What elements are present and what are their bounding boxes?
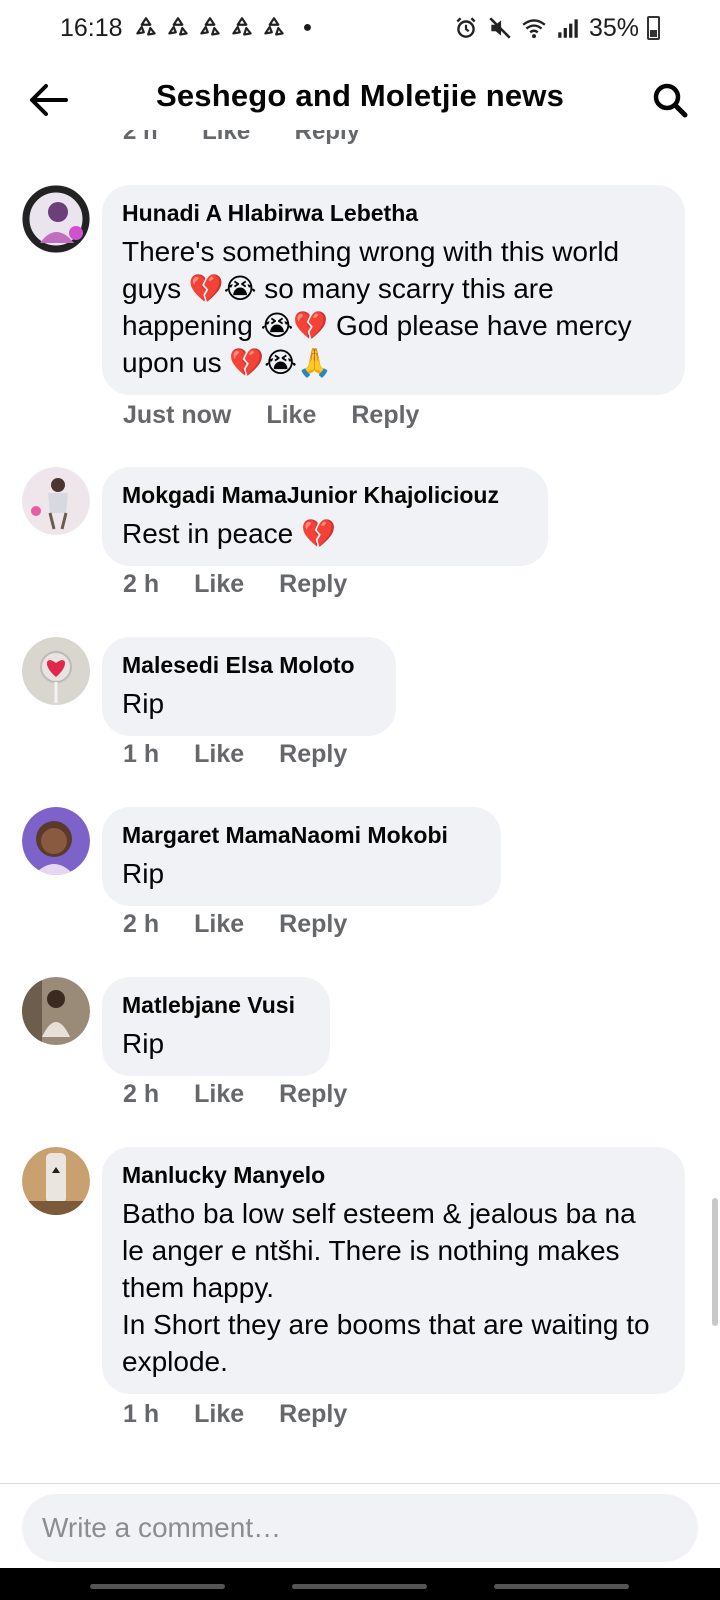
avatar[interactable] xyxy=(22,1147,90,1215)
previous-comment-time: 2 h xyxy=(123,130,158,145)
like-button[interactable]: Like xyxy=(194,570,244,599)
comment-time[interactable]: 2 h xyxy=(123,570,159,599)
comment-text: Rest in peace 💔 xyxy=(122,518,336,549)
comment-bubble[interactable]: Malesedi Elsa Moloto Rip xyxy=(102,637,396,736)
like-button[interactable]: Like xyxy=(194,910,244,939)
notification-icons xyxy=(133,15,287,41)
reply-button[interactable]: Reply xyxy=(279,1400,347,1429)
page-title: Seshego and Moletjie news xyxy=(155,78,565,113)
reply-button[interactable]: Reply xyxy=(279,910,347,939)
like-button[interactable]: Like xyxy=(194,1400,244,1429)
comment-author[interactable]: Margaret MamaNaomi Mokobi xyxy=(122,821,481,849)
comment-actions: 1 h Like Reply xyxy=(123,740,382,769)
previous-reply-button[interactable]: Reply xyxy=(295,130,360,146)
more-notifications-dot-icon: ● xyxy=(302,19,313,36)
recycle-icon xyxy=(231,17,252,36)
reply-button[interactable]: Reply xyxy=(279,740,347,769)
like-button[interactable]: Like xyxy=(194,1080,244,1109)
profile-photo-icon xyxy=(22,467,90,535)
signal-icon xyxy=(558,19,578,38)
mute-icon xyxy=(489,17,511,39)
battery-percent: 35% xyxy=(588,13,639,42)
comment-text: Batho ba low self esteem & jealous ba na… xyxy=(122,1198,650,1377)
recycle-icon xyxy=(199,17,220,36)
comment-actions: Just now Like Reply xyxy=(123,401,454,430)
status-right: 35% xyxy=(453,14,660,43)
comment-bubble[interactable]: Mokgadi MamaJunior Khajoliciouz Rest in … xyxy=(102,467,548,566)
profile-photo-icon xyxy=(22,807,90,875)
reply-button[interactable]: Reply xyxy=(279,1080,347,1109)
previous-comment-actions: 2 h Like Reply xyxy=(123,130,423,148)
comment-bubble[interactable]: Matlebjane Vusi Rip xyxy=(102,977,330,1076)
alarm-icon xyxy=(456,17,476,38)
status-bar: 16:18 ● 35% xyxy=(0,0,720,56)
wifi-icon xyxy=(522,19,546,39)
comment-time[interactable]: 1 h xyxy=(123,1400,159,1429)
comment-actions: 2 h Like Reply xyxy=(123,1080,382,1109)
home-nav-button[interactable] xyxy=(292,1584,427,1589)
avatar[interactable] xyxy=(22,185,90,253)
comment-actions: 2 h Like Reply xyxy=(123,910,382,939)
back-nav-button[interactable] xyxy=(494,1584,629,1589)
comment-bubble[interactable]: Margaret MamaNaomi Mokobi Rip xyxy=(102,807,501,906)
like-button[interactable]: Like xyxy=(194,740,244,769)
status-time: 16:18 xyxy=(60,13,123,42)
avatar[interactable] xyxy=(22,637,90,705)
system-nav-bar xyxy=(0,1568,720,1600)
comment-text: There's something wrong with this world … xyxy=(122,236,640,378)
comment-time[interactable]: Just now xyxy=(123,401,231,430)
comment-text: Rip xyxy=(122,1028,165,1059)
profile-photo-icon xyxy=(22,977,90,1045)
previous-like-button[interactable]: Like xyxy=(202,130,250,146)
comment-text: Rip xyxy=(122,858,165,889)
recents-nav-button[interactable] xyxy=(90,1584,225,1589)
comment-time[interactable]: 2 h xyxy=(123,1080,159,1109)
comment-author[interactable]: Manlucky Manyelo xyxy=(122,1161,665,1189)
comment-input[interactable] xyxy=(42,1512,678,1544)
comment-author[interactable]: Malesedi Elsa Moloto xyxy=(122,651,376,679)
comment-actions: 2 h Like Reply xyxy=(123,570,382,599)
comment-author[interactable]: Matlebjane Vusi xyxy=(122,991,310,1019)
comment-author[interactable]: Hunadi A Hlabirwa Lebetha xyxy=(122,199,665,227)
comment-text: Rip xyxy=(122,688,165,719)
profile-photo-icon xyxy=(22,185,90,253)
comment-time[interactable]: 2 h xyxy=(123,910,159,939)
status-left: 16:18 ● xyxy=(60,14,312,43)
search-icon xyxy=(653,83,688,118)
composer-divider xyxy=(0,1483,720,1484)
like-button[interactable]: Like xyxy=(266,401,316,430)
recycle-icon xyxy=(263,17,284,36)
scrollbar[interactable] xyxy=(712,1198,718,1326)
comment-actions: 1 h Like Reply xyxy=(123,1400,382,1429)
reply-button[interactable]: Reply xyxy=(279,570,347,599)
avatar[interactable] xyxy=(22,467,90,535)
comment-author[interactable]: Mokgadi MamaJunior Khajoliciouz xyxy=(122,481,528,509)
comment-bubble[interactable]: Hunadi A Hlabirwa Lebetha There's someth… xyxy=(102,185,685,395)
comment-time[interactable]: 1 h xyxy=(123,740,159,769)
comment-composer[interactable] xyxy=(22,1494,698,1562)
search-button[interactable] xyxy=(648,78,692,122)
recycle-icon xyxy=(135,17,156,36)
profile-photo-icon xyxy=(22,1147,90,1215)
battery-icon xyxy=(647,16,660,40)
recycle-icon xyxy=(167,17,188,36)
comment-bubble[interactable]: Manlucky Manyelo Batho ba low self estee… xyxy=(102,1147,685,1394)
reply-button[interactable]: Reply xyxy=(351,401,419,430)
avatar[interactable] xyxy=(22,977,90,1045)
profile-photo-icon xyxy=(22,637,90,705)
avatar[interactable] xyxy=(22,807,90,875)
